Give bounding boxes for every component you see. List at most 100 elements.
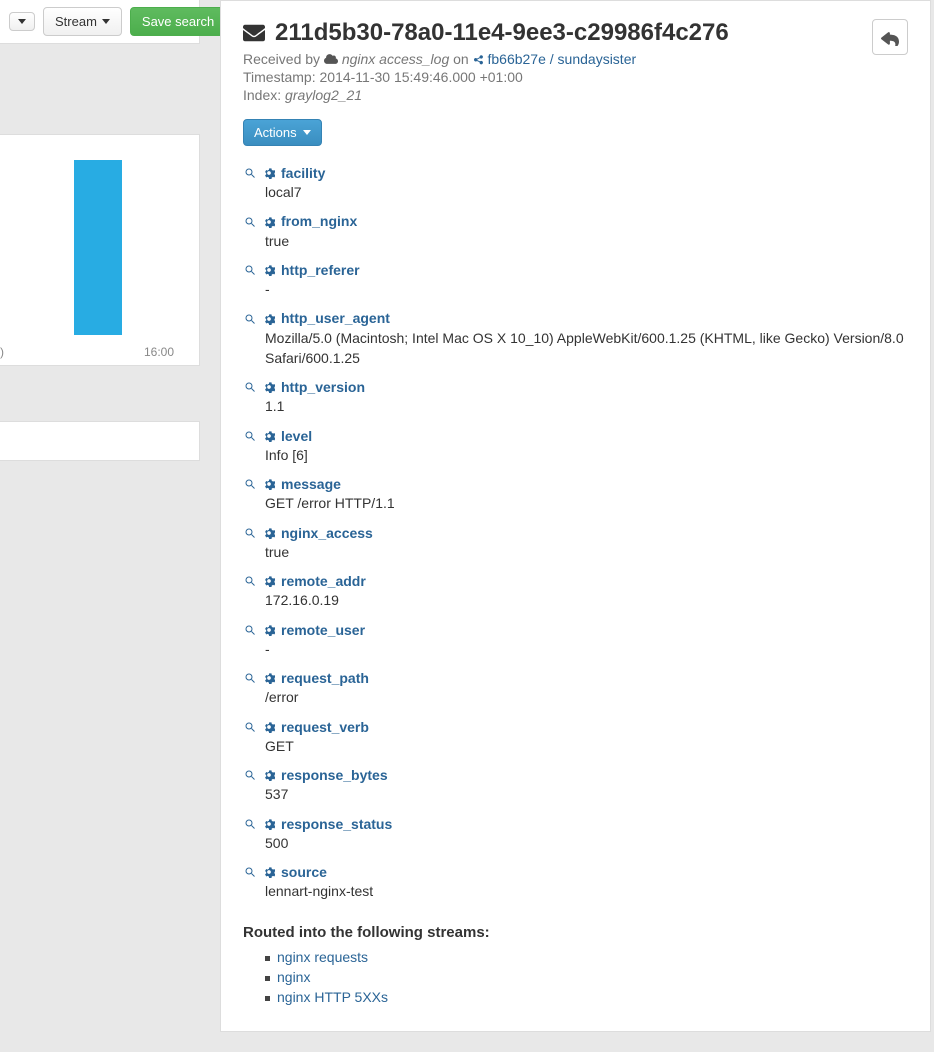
index-line: Index: graylog2_21 [243, 87, 860, 103]
search-icon[interactable] [243, 215, 256, 228]
stream-list: nginx requests nginx nginx HTTP 5XXs [243, 949, 908, 1005]
field-value: GET [265, 736, 908, 756]
fields-list: facilitylocal7 from_nginxtrue http_referer… [243, 164, 908, 902]
field-row: http_version1.1 [243, 378, 908, 416]
field-name: request_verb [281, 718, 369, 736]
actions-dropdown-button[interactable]: Actions [243, 119, 322, 146]
axis-tick-start: ) [0, 345, 4, 359]
share-nodes-icon [473, 54, 484, 65]
gear-icon[interactable] [262, 264, 275, 277]
field-row: remote_addr172.16.0.19 [243, 572, 908, 610]
gear-icon[interactable] [262, 672, 275, 685]
message-id: 211d5b30-78a0-11e4-9ee3-c29986f4c276 [275, 19, 729, 47]
timestamp-line: Timestamp: 2014-11-30 15:49:46.000 +01:0… [243, 69, 860, 85]
save-search-button[interactable]: Save search [130, 7, 226, 36]
envelope-icon [243, 22, 265, 44]
search-icon[interactable] [243, 575, 256, 588]
caret-down-icon [303, 130, 311, 135]
search-icon[interactable] [243, 312, 256, 325]
gear-icon[interactable] [262, 623, 275, 636]
field-row: from_nginxtrue [243, 212, 908, 250]
search-icon[interactable] [243, 769, 256, 782]
stream-dropdown-button[interactable]: Stream [43, 7, 122, 36]
field-name: http_user_agent [281, 309, 390, 327]
field-value: Info [6] [265, 445, 908, 465]
field-row: messageGET /error HTTP/1.1 [243, 475, 908, 513]
caret-down-icon [18, 19, 26, 24]
field-row: nginx_accesstrue [243, 524, 908, 562]
search-icon[interactable] [243, 623, 256, 636]
caret-down-icon [102, 19, 110, 24]
gear-icon[interactable] [262, 478, 275, 491]
field-value: local7 [265, 182, 908, 202]
search-icon[interactable] [243, 817, 256, 830]
left-column: Stream Save search ) 16:00 [0, 0, 200, 1032]
message-detail-panel: 211d5b30-78a0-11e4-9ee3-c29986f4c276 Rec… [220, 0, 931, 1032]
search-icon[interactable] [243, 381, 256, 394]
gear-icon[interactable] [262, 769, 275, 782]
search-icon[interactable] [243, 720, 256, 733]
search-toolbar: Stream Save search [0, 0, 200, 44]
field-row: response_bytes537 [243, 766, 908, 804]
histogram-chart[interactable] [0, 135, 199, 335]
field-row: request_path/error [243, 669, 908, 707]
field-name: source [281, 863, 327, 881]
field-value: /error [265, 687, 908, 707]
field-name: request_path [281, 669, 369, 687]
field-value: 500 [265, 833, 908, 853]
received-by-line: Received by nginx access_log on fb66b27e… [243, 51, 860, 67]
right-column: 211d5b30-78a0-11e4-9ee3-c29986f4c276 Rec… [220, 0, 931, 1032]
field-value: lennart-nginx-test [265, 881, 908, 901]
field-row: http_referer- [243, 261, 908, 299]
search-icon[interactable] [243, 866, 256, 879]
field-value: - [265, 639, 908, 659]
timestamp-value: 2014-11-30 15:49:46.000 +01:00 [320, 69, 523, 85]
gear-icon[interactable] [262, 215, 275, 228]
stream-list-item: nginx requests [265, 949, 908, 965]
back-button[interactable] [872, 19, 908, 55]
histogram-panel: ) 16:00 [0, 134, 200, 366]
gear-icon[interactable] [262, 720, 275, 733]
node-link[interactable]: fb66b27e / sundaysister [473, 51, 637, 67]
gear-icon[interactable] [262, 817, 275, 830]
stream-list-item: nginx [265, 969, 908, 985]
gear-icon[interactable] [262, 526, 275, 539]
field-value: - [265, 279, 908, 299]
chart-bar[interactable] [74, 160, 122, 335]
gear-icon[interactable] [262, 312, 275, 325]
search-icon[interactable] [243, 167, 256, 180]
search-icon[interactable] [243, 526, 256, 539]
field-name: remote_user [281, 621, 365, 639]
field-name: nginx_access [281, 524, 373, 542]
field-value: GET /error HTTP/1.1 [265, 493, 908, 513]
gear-icon[interactable] [262, 167, 275, 180]
reply-icon [881, 28, 899, 46]
field-row: http_user_agentMozilla/5.0 (Macintosh; I… [243, 309, 908, 368]
field-name: response_status [281, 815, 392, 833]
stream-button-label: Stream [55, 14, 97, 29]
field-row: response_status500 [243, 815, 908, 853]
search-icon[interactable] [243, 478, 256, 491]
field-row: levelInfo [6] [243, 427, 908, 465]
field-value: 1.1 [265, 396, 908, 416]
search-icon[interactable] [243, 429, 256, 442]
stream-link[interactable]: nginx requests [277, 949, 368, 965]
field-value: 172.16.0.19 [265, 590, 908, 610]
field-name: message [281, 475, 341, 493]
gear-icon[interactable] [262, 429, 275, 442]
search-icon[interactable] [243, 264, 256, 277]
gear-icon[interactable] [262, 575, 275, 588]
unnamed-dropdown-button[interactable] [9, 12, 35, 31]
field-row: request_verbGET [243, 718, 908, 756]
gear-icon[interactable] [262, 866, 275, 879]
field-row: facilitylocal7 [243, 164, 908, 202]
field-value: true [265, 231, 908, 251]
stream-list-item: nginx HTTP 5XXs [265, 989, 908, 1005]
gear-icon[interactable] [262, 381, 275, 394]
stream-link[interactable]: nginx [277, 969, 310, 985]
field-name: remote_addr [281, 572, 366, 590]
routed-streams-heading: Routed into the following streams: [243, 924, 908, 941]
stream-link[interactable]: nginx HTTP 5XXs [277, 989, 388, 1005]
search-icon[interactable] [243, 672, 256, 685]
field-name: from_nginx [281, 212, 357, 230]
